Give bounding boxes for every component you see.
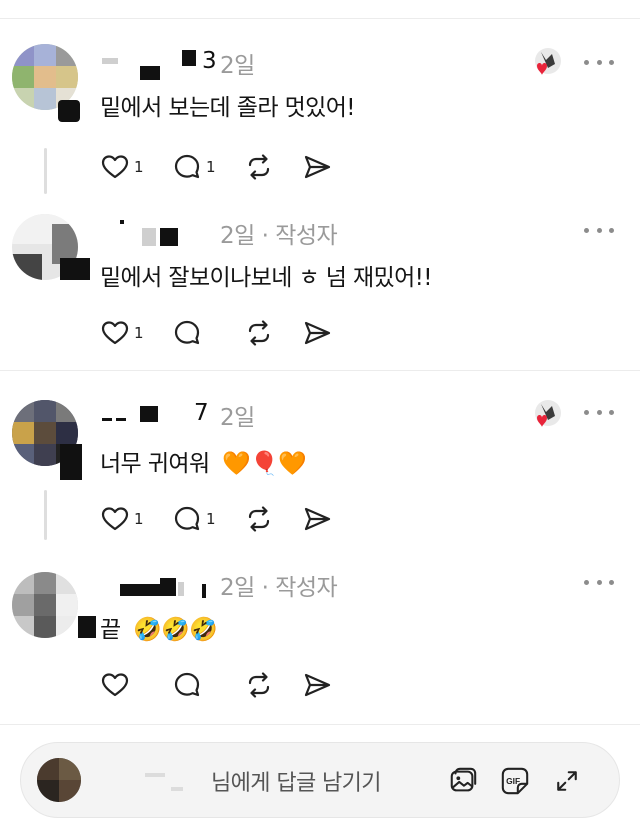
expand-icon	[557, 771, 577, 791]
more-dots-icon	[584, 59, 589, 65]
top-divider	[0, 18, 640, 19]
reply-button[interactable]	[172, 670, 216, 700]
username[interactable]: 3	[98, 48, 217, 80]
redaction-block	[60, 258, 90, 280]
expand-button[interactable]	[551, 765, 583, 797]
heart-icon	[101, 507, 129, 531]
reply-count: 1	[206, 510, 216, 528]
send-icon	[304, 155, 331, 179]
comment-time: 2일	[220, 53, 255, 79]
image-button[interactable]	[447, 765, 479, 797]
like-button[interactable]: 1	[100, 318, 144, 348]
share-button[interactable]	[302, 670, 332, 700]
more-dots-icon	[584, 227, 589, 233]
reply-tools: GIF	[427, 765, 583, 797]
like-button[interactable]	[100, 670, 144, 700]
send-icon	[304, 321, 331, 345]
more-options-button[interactable]	[584, 572, 614, 592]
comment-text: 끝 🤣🤣🤣	[100, 610, 218, 644]
heart-icon	[101, 673, 129, 697]
repost-icon	[248, 672, 270, 698]
gif-button[interactable]: GIF	[499, 765, 531, 797]
gif-icon: GIF	[501, 767, 529, 795]
comment-bubble-icon	[174, 320, 200, 345]
comment-meta: 2일 · 작성자	[98, 568, 338, 602]
reply-composer[interactable]: 님에게 답글 남기기 GIF	[20, 742, 620, 818]
comment-time: 2일 · 작성자	[220, 575, 338, 601]
emoji-laughing: 🤣🤣🤣	[133, 617, 218, 643]
author-liked-badge	[528, 46, 562, 80]
more-dots-icon	[584, 579, 589, 585]
avatar[interactable]	[12, 572, 78, 638]
author-liked-badge	[528, 398, 562, 432]
repost-icon	[248, 154, 270, 180]
svg-text:GIF: GIF	[506, 776, 520, 786]
reply-button[interactable]: 1	[172, 152, 216, 182]
reply-bar-divider	[0, 724, 640, 725]
send-icon	[304, 673, 331, 697]
comment-actions: 1 1	[100, 152, 360, 182]
comment-text-body: 끝	[100, 617, 121, 643]
comment-time: 2일	[220, 405, 255, 431]
reply-button[interactable]	[172, 318, 216, 348]
thread-line	[44, 490, 47, 540]
more-options-button[interactable]	[584, 402, 614, 422]
username[interactable]: 7	[98, 400, 216, 428]
redaction-block	[78, 616, 96, 638]
comment-meta: 2일 · 작성자	[98, 216, 338, 250]
reply-input[interactable]: 님에게 답글 남기기	[211, 765, 382, 797]
thread-divider	[0, 370, 640, 371]
more-options-button[interactable]	[584, 52, 614, 72]
send-icon	[304, 507, 331, 531]
more-options-button[interactable]	[584, 220, 614, 240]
redaction-block	[60, 444, 82, 480]
comment-actions	[100, 670, 360, 700]
emoji-hearts: 🧡🎈🧡	[222, 451, 307, 477]
comment-bubble-icon	[174, 154, 200, 179]
comment-bubble-icon	[174, 672, 200, 697]
comment-meta: 7 2일	[98, 398, 255, 432]
more-dots-icon	[584, 409, 589, 415]
comment-actions: 1 1	[100, 504, 360, 534]
like-button[interactable]: 1	[100, 152, 144, 182]
repost-icon	[248, 320, 270, 346]
share-button[interactable]	[302, 504, 332, 534]
avatar	[37, 758, 81, 802]
redaction-block	[58, 100, 80, 122]
redaction-block	[145, 773, 165, 777]
username[interactable]	[98, 220, 216, 246]
repost-button[interactable]	[244, 670, 274, 700]
comment-time: 2일 · 작성자	[220, 223, 338, 249]
reply-button[interactable]: 1	[172, 504, 216, 534]
share-button[interactable]	[302, 152, 332, 182]
heart-icon	[101, 155, 129, 179]
image-icon	[450, 767, 477, 792]
repost-button[interactable]	[244, 504, 274, 534]
redaction-block	[171, 787, 183, 791]
like-count: 1	[134, 510, 144, 528]
reply-count: 1	[206, 158, 216, 176]
thread-line	[44, 148, 47, 194]
username[interactable]	[98, 572, 216, 598]
repost-button[interactable]	[244, 152, 274, 182]
heart-icon	[101, 321, 129, 345]
comment-text: 밑에서 잘보이나보네 ㅎ 넘 재밌어!!	[100, 265, 433, 291]
like-count: 1	[134, 158, 144, 176]
comment-text: 밑에서 보는데 졸라 멋있어!	[100, 95, 356, 121]
comment-actions: 1	[100, 318, 360, 348]
comment-meta: 3 2일	[98, 46, 255, 80]
repost-button[interactable]	[244, 318, 274, 348]
repost-icon	[248, 506, 270, 532]
comment-bubble-icon	[174, 506, 200, 531]
comment-text-body: 너무 귀여워	[100, 451, 210, 477]
like-count: 1	[134, 324, 144, 342]
share-button[interactable]	[302, 318, 332, 348]
comment-text: 너무 귀여워 🧡🎈🧡	[100, 444, 307, 478]
like-button[interactable]: 1	[100, 504, 144, 534]
